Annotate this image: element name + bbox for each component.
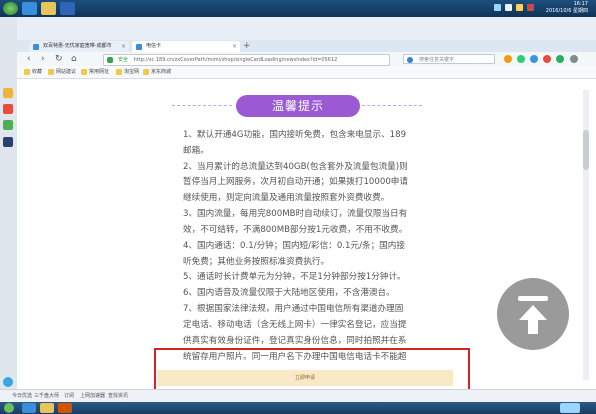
tip-line: 效，不可结转，不满800MB部分按1元收费，不用不收费。 [183,225,408,235]
tip-line: 定电话、移动电话（含无线上网卡）一律实名登记，应当提 [183,320,407,330]
telecom-favicon-icon [136,44,142,50]
browser-task-icon[interactable] [22,403,36,413]
tip-line: 1、默认开通4G功能，国内接听免费，包含来电显示、189 [183,130,407,140]
close-tab-icon[interactable]: × [121,41,126,52]
favorites-sidebar-icon[interactable] [3,88,13,98]
tip-line: 邮箱。 [183,146,209,156]
tab-broadband[interactable]: 双百特惠-无忧家庭宽带-成都市 × [29,41,129,52]
back-arrow-icon[interactable]: ‹ [27,54,31,64]
navigation-bar: ‹ › ↻ ⌂ 安全 http://sc.189.cn/zxCoverPath/… [17,52,596,66]
bottom-taskbar [0,402,596,414]
translate-icon[interactable] [530,55,538,63]
highlight-box [154,348,470,392]
bookmark-item[interactable]: 淘宝网 [115,66,139,78]
tab-telecom-label: 电信卡 [146,43,162,49]
tip-title: 温馨提示 [236,95,360,117]
tip-line: 继续使用，则定向流量及通用流量按照套外资费收费。 [183,193,390,203]
start-orb-icon[interactable] [3,2,18,15]
new-tab-button[interactable]: + [243,40,251,52]
tip-line: 2、当月累计的总流量达到40GB(包含套外及流量包流量)则 [183,162,408,172]
game-icon[interactable] [517,55,525,63]
tip-line: 暂停当月上网服务，次月初自动开通；如果拨打10000申请 [183,177,408,187]
home-icon[interactable]: ⌂ [71,54,77,64]
forward-arrow-icon[interactable]: › [41,54,45,64]
media-task-icon[interactable] [58,403,72,413]
bookmark-item[interactable]: 网站建议 [47,66,76,78]
tip-line: 3、国内流量，每用完800MB时自动续订，流量仅限当日有 [183,209,408,219]
clock-date: 2016/10/6 星期四 [545,8,588,14]
url-text: http://sc.189.cn/zxCoverPath/mimi/shop/s… [133,57,338,63]
start-icon[interactable] [4,403,14,413]
arrow-up-icon [518,296,548,334]
address-bar[interactable]: 安全 http://sc.189.cn/zxCoverPath/mimi/sho… [103,54,390,66]
bookmark-item[interactable]: 京东商城 [142,66,171,78]
clock-time: 16:17 [573,1,588,7]
browser-sidebar [0,17,17,389]
apps-sidebar-icon[interactable] [3,137,13,147]
divider-left [172,105,232,106]
close-tab-icon[interactable]: × [232,41,237,52]
page-scrollbar[interactable] [583,90,589,380]
tray-task-icon[interactable] [560,403,580,413]
folder-task-icon[interactable] [40,403,54,413]
system-taskbar: 16:17 2016/10/6 星期四 [0,0,596,17]
folder-taskbar-icon[interactable] [41,2,56,15]
scrollbar-thumb[interactable] [583,130,589,170]
tab-telecom-card[interactable]: 电信卡 × [132,41,240,52]
network-tray-icon[interactable] [494,4,501,11]
system-clock[interactable]: 16:17 2016/10/6 星期四 [546,1,588,15]
security-shield-icon [107,57,113,63]
tip-line: 6、国内语音及流量仅限于大陆地区使用，不含港澳台。 [183,288,395,298]
tip-line: 7、根据国家法律法规，用户通过中国电信所有渠道办理固 [183,304,404,314]
safe-label: 安全 [118,57,129,63]
tip-line: 听免费；其他业务按照标准资费执行。 [183,257,330,267]
back-to-top-button[interactable] [497,278,569,350]
extension-icon[interactable] [504,55,512,63]
download-icon[interactable] [556,55,564,63]
tip-line: 5、通话时长计费单元为分钟，不足1分钟部分按1分钟计。 [183,272,406,282]
status-bar: 今日优选 三千盘大师 订阅 上网加速器 查找资讯 [0,389,596,403]
tip-line: 4、国内通话：0.1/分钟；国内短/彩信：0.1元/条；国内接 [183,241,405,251]
chat-sidebar-icon[interactable] [3,120,13,130]
shield-tray-icon[interactable] [527,4,534,11]
help-sidebar-icon[interactable] [3,377,13,387]
volume-tray-icon[interactable] [505,4,512,11]
bookmarks-bar: 收藏 网站建议 常用网址 淘宝网 京东商城 [17,66,596,79]
search-placeholder: 搜索任意关键字 [419,57,455,63]
bookmark-item[interactable]: 收藏 [23,66,42,78]
divider-right [362,105,422,106]
tab-broadband-label: 双百特惠-无忧家庭宽带-成都市 [43,43,112,49]
search-input[interactable]: 搜索任意关键字 [403,54,495,64]
browser-taskbar-icon[interactable] [22,2,37,15]
word-taskbar-icon[interactable] [60,2,75,15]
refresh-icon[interactable]: ↻ [55,54,63,64]
menu-icon[interactable] [570,55,578,63]
broadband-favicon-icon [33,44,39,50]
screenshot-icon[interactable] [543,55,551,63]
flag-tray-icon[interactable] [516,4,523,11]
weibo-sidebar-icon[interactable] [3,104,13,114]
search-engine-icon [407,57,413,63]
bookmark-item[interactable]: 常用网址 [80,66,109,78]
tab-bar: 双百特惠-无忧家庭宽带-成都市 × 电信卡 × + [17,40,596,52]
